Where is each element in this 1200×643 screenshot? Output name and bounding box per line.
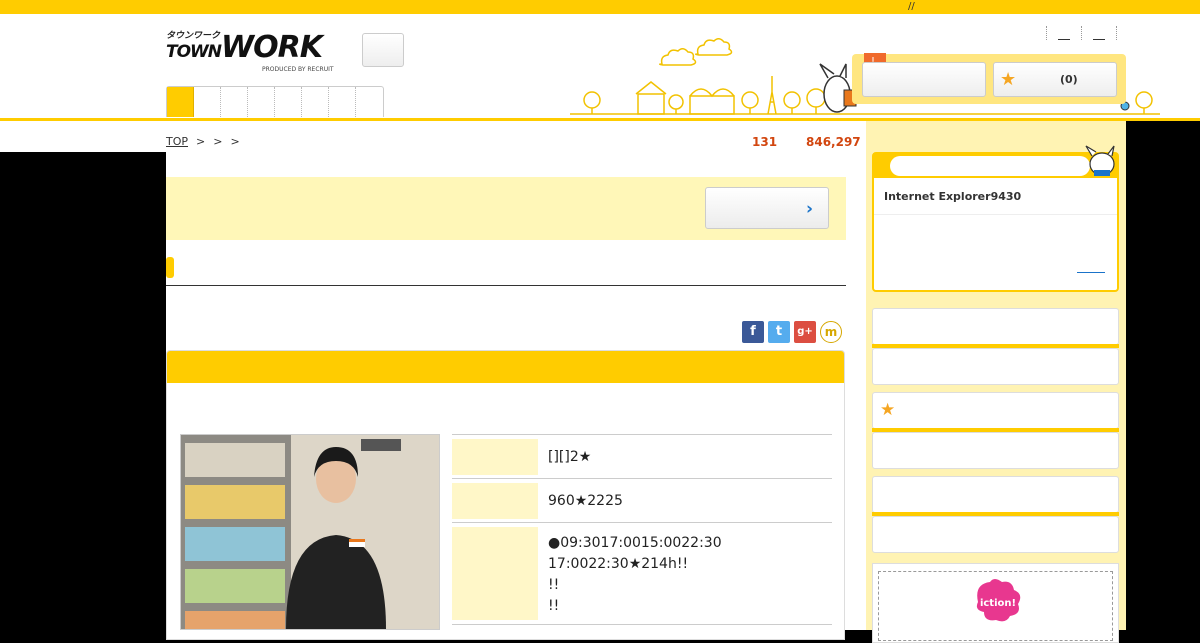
job-hours-value: ●09:3017:0015:0022:30 17:0022:30★214h!! … <box>548 535 722 614</box>
sidebar-button-6[interactable] <box>872 516 1119 553</box>
nav-tab-4[interactable] <box>248 87 275 117</box>
title-marker <box>166 257 174 278</box>
top-bar-text: // <box>908 1 915 12</box>
facebook-icon[interactable]: f <box>742 321 764 343</box>
top-bar <box>0 0 1200 14</box>
mascot-icon <box>1085 145 1115 176</box>
nav-tab-5[interactable] <box>275 87 302 117</box>
job-info-label <box>452 527 538 620</box>
nav-tab-8[interactable] <box>356 87 383 117</box>
townwork-logo[interactable]: タウンワーク TOWNWORK PRODUCED BY RECRUIT <box>166 28 341 76</box>
star-icon: ★ <box>1000 69 1017 90</box>
breadcrumb-separator: > <box>230 135 240 148</box>
job-info-row: ●09:3017:0015:0022:30 17:0022:30★214h!! … <box>452 522 832 625</box>
notice-title: Internet Explorer9430 <box>884 190 1022 203</box>
job-info-label <box>452 439 538 475</box>
sidebar-button-1[interactable] <box>872 308 1119 345</box>
job-info-row: 960★2225 <box>452 478 832 523</box>
history-button[interactable] <box>862 62 986 97</box>
job-info-value: 960★2225 <box>548 493 623 509</box>
sidebar-favorites-button[interactable] <box>872 392 1119 429</box>
nav-tab-2[interactable] <box>194 87 221 117</box>
sidebar-button-5[interactable] <box>872 476 1119 513</box>
svg-text:iction!: iction! <box>980 598 1016 609</box>
breadcrumb: TOP > > > <box>166 135 240 148</box>
breadcrumb-top-link[interactable]: TOP <box>166 135 188 148</box>
job-photo <box>180 434 440 630</box>
result-count: 131 <box>752 135 778 149</box>
twitter-icon[interactable]: t <box>768 321 790 343</box>
mixi-icon[interactable]: m <box>820 321 842 343</box>
mascot-icon <box>819 63 857 113</box>
logo-wordmark: TOWNWORK <box>166 30 323 65</box>
job-info-label <box>452 483 538 519</box>
google-plus-icon[interactable]: g+ <box>794 321 816 343</box>
notice-link[interactable] <box>1077 272 1105 273</box>
nav-tab-6[interactable] <box>302 87 329 117</box>
sidebar-button-4[interactable] <box>872 432 1119 469</box>
breadcrumb-separator: > <box>213 135 223 148</box>
job-card-header[interactable] <box>167 351 844 383</box>
total-count: 846,297 <box>806 135 861 149</box>
nav-tab-1[interactable] <box>167 87 194 117</box>
star-icon: ★ <box>880 400 896 420</box>
favorites-count: (0) <box>1060 73 1078 86</box>
header-menu-button[interactable] <box>362 33 404 67</box>
job-info-value: [][]2★ <box>548 449 592 465</box>
title-divider <box>166 285 846 286</box>
breadcrumb-area <box>0 121 866 152</box>
logo-subtitle: PRODUCED BY RECRUIT <box>262 66 334 73</box>
notice-divider <box>874 214 1117 215</box>
notice-header-label <box>890 156 1090 176</box>
breadcrumb-separator: > <box>196 135 206 148</box>
chevron-right-icon: › <box>806 199 814 219</box>
nav-tabs <box>166 86 384 117</box>
nav-tab-3[interactable] <box>221 87 248 117</box>
job-info-row: [][]2★ <box>452 434 832 479</box>
sidebar-button-2[interactable] <box>872 348 1119 385</box>
ad-logo: iction! <box>976 579 1021 622</box>
nav-tab-7[interactable] <box>329 87 356 117</box>
share-icons: f t g+ m <box>742 321 842 343</box>
